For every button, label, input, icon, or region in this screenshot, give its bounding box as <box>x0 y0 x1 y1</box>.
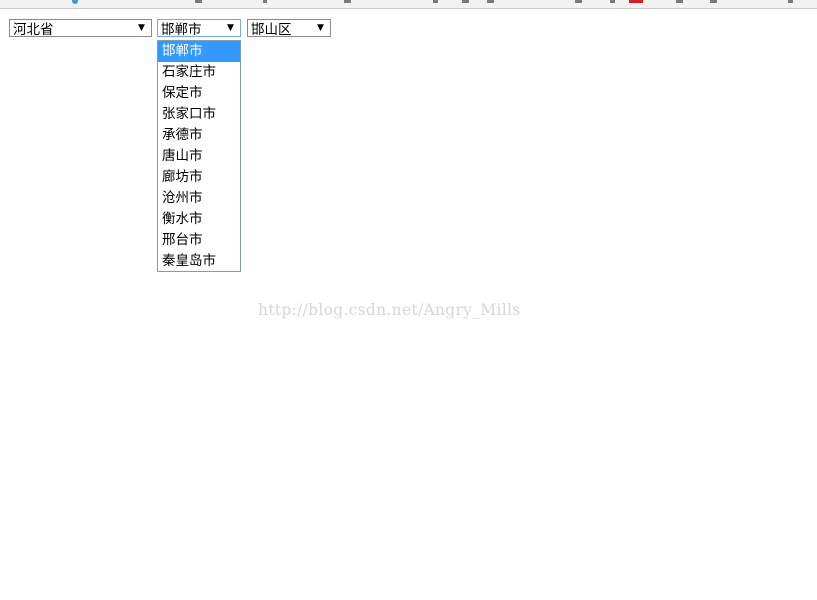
city-option-qinhuangdao[interactable]: 秦皇岛市 <box>158 251 240 272</box>
toolbar-icon <box>575 0 582 3</box>
city-dropdown-list: 邯郸市 石家庄市 保定市 张家口市 承德市 唐山市 廊坊市 沧州市 衡水市 邢台… <box>157 40 241 272</box>
toolbar-icon <box>433 0 438 3</box>
chevron-down-icon: ▼ <box>138 23 145 33</box>
city-select[interactable]: 邯郸市 ▼ <box>157 19 241 37</box>
city-option-chengde[interactable]: 承德市 <box>158 125 240 146</box>
toolbar-icon <box>788 0 793 3</box>
district-select-value: 邯山区 <box>251 22 292 37</box>
chevron-down-icon: ▼ <box>227 23 234 33</box>
city-select-value: 邯郸市 <box>161 22 202 37</box>
city-option-cangzhou[interactable]: 沧州市 <box>158 188 240 209</box>
city-option-baoding[interactable]: 保定市 <box>158 83 240 104</box>
toolbar-icon <box>610 0 615 3</box>
toolbar-icon <box>462 0 469 3</box>
city-option-hengshui[interactable]: 衡水市 <box>158 209 240 230</box>
province-select-value: 河北省 <box>13 22 54 37</box>
toolbar-icon <box>676 0 683 3</box>
city-option-shijiazhuang[interactable]: 石家庄市 <box>158 62 240 83</box>
city-option-langfang[interactable]: 廊坊市 <box>158 167 240 188</box>
watermark-text: http://blog.csdn.net/Angry_Mills <box>258 301 521 319</box>
toolbar-icon <box>487 0 494 3</box>
toolbar-icon <box>710 0 717 3</box>
province-select[interactable]: 河北省 ▼ <box>9 19 152 37</box>
toolbar-icon <box>195 0 202 3</box>
district-select[interactable]: 邯山区 ▼ <box>247 19 331 37</box>
toolbar-icon <box>263 0 267 3</box>
toolbar-icon <box>629 0 643 3</box>
chevron-down-icon: ▼ <box>317 23 324 33</box>
toolbar-icon <box>344 0 351 3</box>
city-option-zhangjiakou[interactable]: 张家口市 <box>158 104 240 125</box>
city-option-xingtai[interactable]: 邢台市 <box>158 230 240 251</box>
city-option-tangshan[interactable]: 唐山市 <box>158 146 240 167</box>
city-option-handan[interactable]: 邯郸市 <box>158 41 240 62</box>
browser-toolbar-strip <box>0 0 817 9</box>
toolbar-icon <box>72 0 78 4</box>
